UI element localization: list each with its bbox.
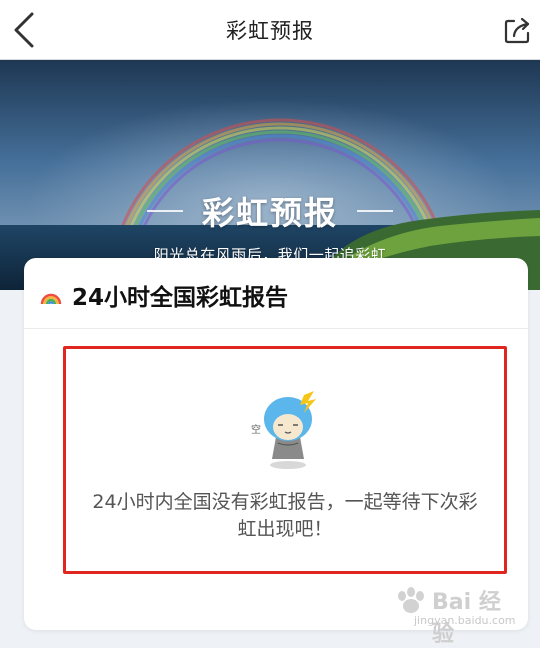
banner-heading: 彩虹预报: [0, 188, 540, 234]
share-button[interactable]: [500, 12, 536, 48]
card-title: 24小时全国彩虹报告: [72, 285, 289, 311]
top-navigation-bar: 彩虹预报: [0, 0, 540, 60]
page-title: 彩虹预报: [226, 19, 314, 43]
mascot-caption: 空: [251, 423, 261, 436]
mascot-illustration: 空: [251, 391, 316, 469]
share-icon: [504, 17, 530, 44]
rainbow-banner: 彩虹预报 阳光总在风雨后，我们一起追彩虹: [0, 60, 540, 290]
baidu-jingyan-watermark: Bai 经验 jingyan.baidu.com: [394, 580, 516, 647]
decorative-line-right: [357, 210, 394, 212]
rainbow-icon: [40, 293, 62, 305]
empty-state-message: 24小时内全国没有彩虹报告，一起等待下次彩虹出现吧！: [92, 491, 478, 540]
paw-logo-icon: [398, 587, 424, 613]
rainbow-report-card: 24小时全国彩虹报告 空 24小时内全国没有彩虹报告，一起等待下次彩虹出现吧！: [24, 258, 528, 630]
banner-title: 彩虹预报: [201, 194, 338, 232]
decorative-line-left: [146, 210, 183, 212]
empty-state-panel: 空 24小时内全国没有彩虹报告，一起等待下次彩虹出现吧！: [63, 346, 507, 574]
card-header: 24小时全国彩虹报告: [24, 258, 528, 329]
watermark-url: jingyan.baidu.com: [414, 614, 516, 627]
